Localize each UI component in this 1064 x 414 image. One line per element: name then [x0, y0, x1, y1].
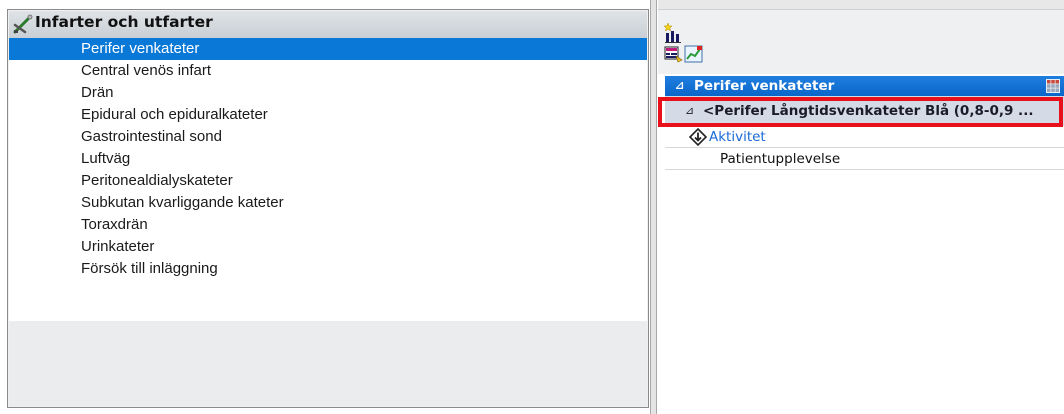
experience-label: Patientupplevelse — [720, 151, 841, 167]
activity-row[interactable]: Aktivitet — [665, 126, 1064, 148]
category-list: Perifer venkateter Central venös infart … — [9, 38, 647, 321]
experience-row[interactable]: Patientupplevelse — [665, 148, 1064, 170]
right-top-band — [658, 0, 1064, 9]
list-item-dran[interactable]: Drän — [9, 82, 647, 104]
list-item-perifer-venkateter[interactable]: Perifer venkateter — [9, 38, 647, 60]
collapse-toggle[interactable]: ⊿ — [675, 76, 684, 96]
right-empty-area — [665, 170, 1064, 414]
activity-label[interactable]: Aktivitet — [709, 126, 766, 147]
list-item-peritonealdialyskateter[interactable]: Peritonealdialyskateter — [9, 170, 647, 192]
section-header[interactable]: ⊿ Perifer venkateter — [665, 76, 1064, 96]
panel-splitter[interactable] — [650, 0, 657, 414]
list-item-central-venos-infart[interactable]: Central venös infart — [9, 60, 647, 82]
list-item-forsok-till-inlaggning[interactable]: Försök till inläggning — [9, 258, 647, 280]
activity-icon — [689, 128, 707, 146]
list-item-luftvag[interactable]: Luftväg — [9, 148, 647, 170]
left-panel: Infarter och utfarter Perifer venkateter… — [7, 9, 649, 408]
panel-header: Infarter och utfarter — [9, 11, 647, 38]
graph-icon[interactable] — [684, 44, 704, 64]
list-item-epidural[interactable]: Epidural och epiduralkateter — [9, 104, 647, 126]
group-collapse-toggle[interactable]: ⊿ — [685, 96, 694, 125]
list-item-toraxdran[interactable]: Toraxdrän — [9, 214, 647, 236]
right-toolbar — [658, 10, 1064, 74]
device-group-row[interactable]: ⊿ <Perifer Långtidsvenkateter Blå (0,8-0… — [665, 96, 1064, 126]
flowsheet-icon[interactable] — [664, 44, 684, 64]
section-title: Perifer venkateter — [694, 78, 835, 94]
list-item-urinkateter[interactable]: Urinkateter — [9, 236, 647, 258]
catheter-tools-icon — [13, 14, 33, 34]
empty-area — [9, 321, 647, 406]
device-group-label: <Perifer Långtidsvenkateter Blå (0,8-0,9… — [703, 103, 1034, 119]
grid-view-icon[interactable] — [1046, 79, 1060, 93]
list-item-gastrointestinal-sond[interactable]: Gastrointestinal sond — [9, 126, 647, 148]
list-item-subkutan-kateter[interactable]: Subkutan kvarliggande kateter — [9, 192, 647, 214]
new-chart-icon[interactable] — [664, 23, 684, 43]
panel-title: Infarter och utfarter — [35, 13, 213, 31]
